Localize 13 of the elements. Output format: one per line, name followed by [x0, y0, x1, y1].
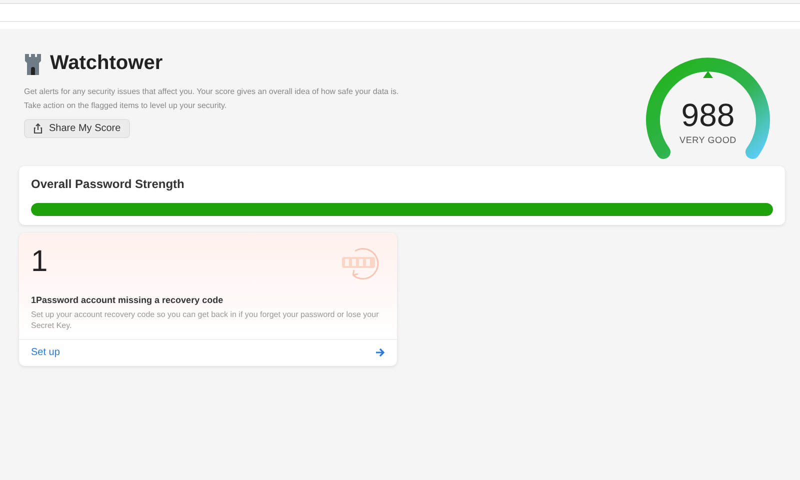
strength-title: Overall Password Strength — [31, 177, 186, 191]
alert-title: 1Password account missing a recovery code — [31, 295, 224, 305]
setup-link[interactable]: Set up — [19, 339, 397, 366]
description: Get alerts for any security issues that affect you. Your score gives an overall idea of how safe your data is. Take action on the flagged items to level up your security. — [24, 86, 400, 112]
alert-count: 1 — [31, 245, 48, 279]
share-icon — [33, 123, 43, 134]
alert-description: Set up your account recovery code so you can get back in if you forget your password or lose your Secret Key. — [31, 309, 380, 331]
score-value: 988 — [680, 97, 736, 134]
tower-icon — [24, 52, 42, 74]
arrow-icon — [375, 348, 385, 357]
score-rating: VERY GOOD — [678, 135, 738, 145]
page-title: Watchtower — [50, 52, 163, 75]
share-button[interactable]: Share My Score — [24, 119, 130, 138]
